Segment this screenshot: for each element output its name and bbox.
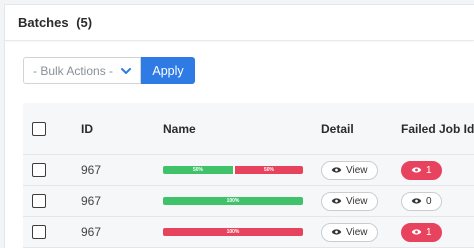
- progress-segment-failed: 100%: [163, 228, 303, 236]
- eye-icon: [331, 167, 342, 173]
- table-row: 967 100% View 1: [23, 217, 474, 248]
- row-checkbox[interactable]: [32, 163, 46, 177]
- eye-icon: [331, 198, 342, 204]
- row-checkbox[interactable]: [32, 194, 46, 208]
- view-button[interactable]: View: [321, 222, 378, 242]
- view-label: View: [346, 164, 368, 176]
- apply-button[interactable]: Apply: [141, 57, 195, 84]
- failed-job-ids-button[interactable]: 1: [401, 160, 442, 180]
- eye-icon: [331, 229, 342, 235]
- batch-id: 967: [81, 225, 102, 239]
- progress-segment-success: 100%: [163, 197, 303, 205]
- view-button[interactable]: View: [321, 191, 378, 211]
- select-all-checkbox[interactable]: [32, 121, 46, 136]
- batch-progress-bar: 50% 50%: [163, 166, 303, 174]
- table-header: ID Name Detail Failed Job Ids: [23, 103, 474, 155]
- batch-id: 967: [81, 163, 102, 177]
- column-header-detail: Detail: [321, 121, 354, 136]
- failed-count: 1: [426, 226, 432, 238]
- view-label: View: [346, 226, 368, 238]
- failed-count: 0: [426, 195, 432, 207]
- failed-count: 1: [426, 164, 432, 176]
- failed-job-ids-button[interactable]: 0: [401, 191, 442, 211]
- failed-job-ids-button[interactable]: 1: [401, 222, 442, 242]
- bulk-actions-toolbar: - Bulk Actions - Apply: [23, 57, 195, 84]
- view-label: View: [346, 195, 368, 207]
- table-row: 967 100% View 0: [23, 186, 474, 217]
- bulk-actions-select[interactable]: - Bulk Actions -: [23, 57, 141, 84]
- bulk-actions-value: - Bulk Actions -: [33, 63, 114, 78]
- column-header-failed-job-ids: Failed Job Ids: [401, 121, 474, 136]
- card-header: Batches (5): [5, 5, 474, 41]
- eye-icon: [411, 198, 422, 204]
- batch-progress-bar: 100%: [163, 197, 303, 205]
- page-title: Batches: [18, 15, 69, 30]
- batch-progress-bar: 100%: [163, 228, 303, 236]
- column-header-id: ID: [81, 121, 93, 136]
- progress-segment-failed: 50%: [233, 166, 303, 174]
- eye-icon: [411, 229, 422, 235]
- batches-card: Batches (5) - Bulk Actions - Apply ID Na…: [4, 4, 474, 248]
- chevron-down-icon: [121, 67, 131, 74]
- batch-id: 967: [81, 194, 102, 208]
- table-row: 967 50% 50% View 1: [23, 155, 474, 186]
- row-checkbox[interactable]: [32, 225, 46, 239]
- column-header-name: Name: [163, 121, 196, 136]
- view-button[interactable]: View: [321, 160, 378, 180]
- progress-segment-success: 50%: [163, 166, 233, 174]
- eye-icon: [411, 167, 422, 173]
- batch-count: (5): [76, 15, 93, 30]
- batches-table: ID Name Detail Failed Job Ids 967 50% 50…: [23, 103, 474, 248]
